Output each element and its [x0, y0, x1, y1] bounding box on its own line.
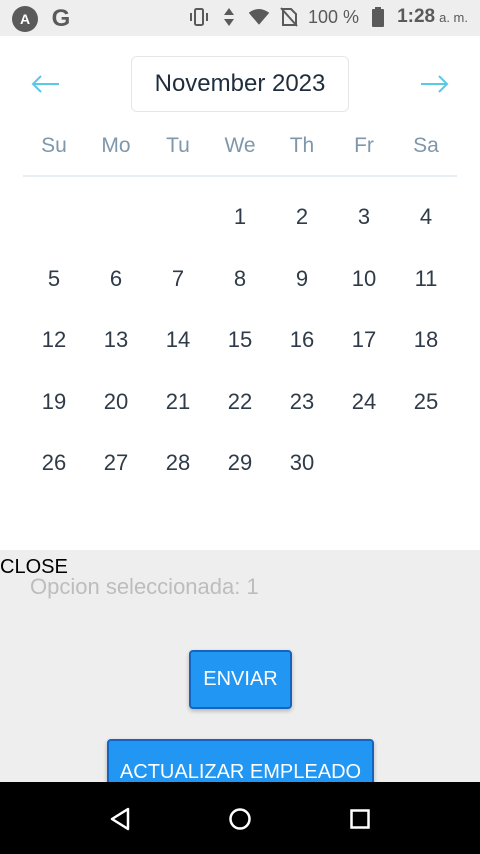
day-cell[interactable]: 14	[147, 309, 209, 371]
weekday-label: Tu	[166, 134, 190, 157]
home-button[interactable]	[225, 804, 255, 834]
calendar-header: November 2023	[0, 56, 480, 112]
weekday-label: Fr	[354, 134, 374, 157]
day-cell[interactable]: 17	[333, 309, 395, 371]
weekday-label: We	[224, 134, 256, 157]
day-cell[interactable]: 13	[85, 309, 147, 371]
weekday-label: Su	[41, 134, 67, 157]
vibrate-icon	[188, 6, 210, 28]
weekday-header-row: Su Mo Tu We Th Fr Sa	[23, 131, 457, 177]
day-cell[interactable]: 8	[209, 248, 271, 310]
submit-button[interactable]: ENVIAR	[189, 650, 292, 709]
month-year-selector[interactable]: November 2023	[131, 56, 349, 112]
day-cell[interactable]: 10	[333, 248, 395, 310]
clock-ampm: a. m.	[439, 10, 468, 25]
back-button[interactable]	[105, 804, 135, 834]
no-sim-icon	[278, 6, 300, 28]
day-cell[interactable]: 11	[395, 248, 457, 310]
notification-icons: A G	[12, 5, 74, 32]
weekday-label: Th	[289, 134, 315, 157]
battery-icon	[367, 6, 389, 28]
day-cell[interactable]: 28	[147, 432, 209, 494]
day-cell[interactable]: 6	[85, 248, 147, 310]
clock: 1:28 a. m.	[397, 6, 468, 28]
day-cell[interactable]: 24	[333, 371, 395, 433]
google-icon: G	[51, 5, 71, 32]
wifi-icon	[248, 6, 270, 28]
day-cell[interactable]: 29	[209, 432, 271, 494]
empty-day-cell	[85, 186, 147, 248]
day-cell[interactable]: 4	[395, 186, 457, 248]
day-cell[interactable]: 21	[147, 371, 209, 433]
empty-day-cell	[395, 432, 457, 494]
day-grid: 1 2 3 4 5 6 7 8 9 10 11 12 13 14 15 16 17 18 19 20 21 22 23 24 2…	[23, 186, 457, 494]
day-cell[interactable]: 18	[395, 309, 457, 371]
system-icons: 100 % 1:28 a. m.	[188, 6, 468, 28]
day-cell[interactable]: 26	[23, 432, 85, 494]
recent-apps-button[interactable]	[345, 804, 375, 834]
day-cell[interactable]: 30	[271, 432, 333, 494]
calendar-picker: November 2023 Su Mo Tu We Th Fr Sa 12345…	[0, 36, 480, 550]
arrow-left-icon	[31, 75, 59, 93]
day-cell[interactable]: 23	[271, 371, 333, 433]
empty-day-cell	[23, 186, 85, 248]
day-cell[interactable]: 20	[85, 371, 147, 433]
clock-time: 1:28	[397, 6, 436, 27]
empty-day-cell	[147, 186, 209, 248]
navigation-bar	[0, 782, 480, 854]
day-cell[interactable]: 9	[271, 248, 333, 310]
day-cell[interactable]: 25	[395, 371, 457, 433]
day-cell[interactable]: 16	[271, 309, 333, 371]
day-cell[interactable]: 27	[85, 432, 147, 494]
recent-square-icon	[350, 809, 370, 829]
day-cell[interactable]: 7	[147, 248, 209, 310]
weekday-label: Sa	[413, 134, 439, 157]
battery-percentage: 100 %	[308, 6, 360, 27]
previous-month-button[interactable]	[30, 68, 62, 100]
day-cell[interactable]: 1	[209, 186, 271, 248]
day-cell[interactable]: 19	[23, 371, 85, 433]
day-cell[interactable]: 2	[271, 186, 333, 248]
next-month-button[interactable]	[418, 68, 450, 100]
selected-option-text: Opcion seleccionada: 1	[30, 574, 259, 599]
day-cell[interactable]: 12	[23, 309, 85, 371]
back-triangle-icon	[110, 807, 130, 831]
day-cell[interactable]: 3	[333, 186, 395, 248]
day-cell[interactable]: 15	[209, 309, 271, 371]
day-cell[interactable]: 22	[209, 371, 271, 433]
angular-app-icon: A	[12, 6, 38, 32]
status-bar: A G 100 % 1:28 a. m.	[0, 0, 480, 36]
day-cell[interactable]: 5	[23, 248, 85, 310]
arrow-right-icon	[421, 75, 449, 93]
home-circle-icon	[229, 808, 251, 830]
empty-day-cell	[333, 432, 395, 494]
data-transfer-icon	[218, 6, 240, 28]
weekday-label: Mo	[101, 134, 131, 157]
